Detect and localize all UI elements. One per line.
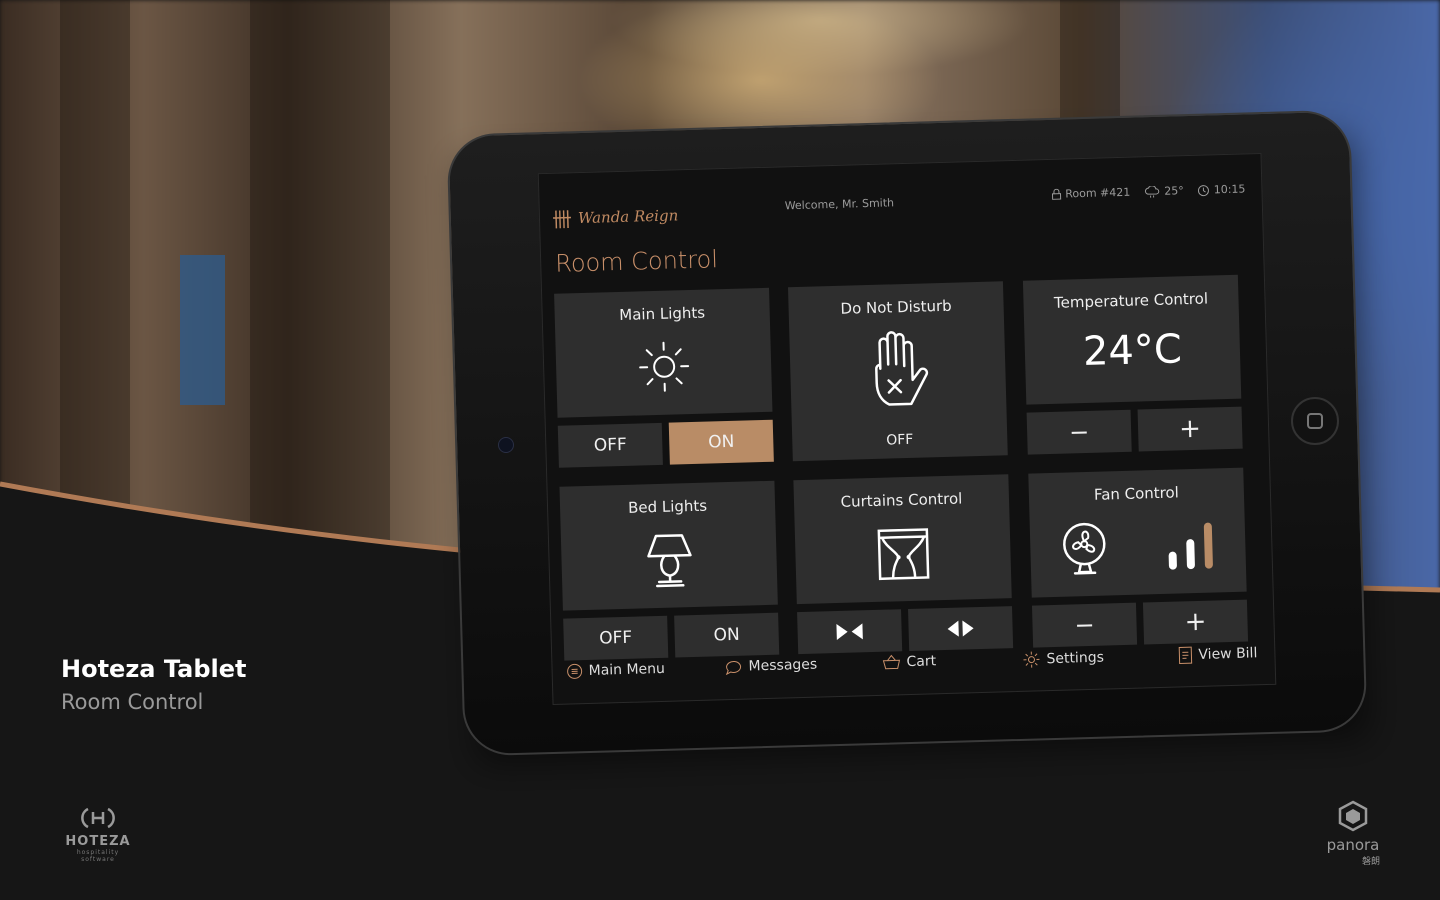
temperature-tile: Temperature Control 24°C — [1022, 274, 1242, 405]
nav-view-bill-label: View Bill — [1198, 645, 1258, 663]
clock-icon — [1198, 184, 1210, 196]
bed-lights-tile: Bed Lights — [559, 480, 778, 611]
welcome-text: Welcome, Mr. Smith — [784, 196, 895, 213]
hotel-logo-name: Wanda Reign — [577, 205, 679, 227]
fan-icon — [1063, 522, 1106, 575]
hoteza-brand: HOTEZA hospitality software — [60, 806, 136, 863]
lock-icon — [1051, 188, 1061, 200]
hoteza-logo-icon — [81, 807, 115, 829]
cloud-rain-icon — [1144, 185, 1159, 198]
tablet-screen: 卌 Wanda Reign Welcome, Mr. Smith Room #4… — [537, 152, 1277, 706]
main-lights-on-button[interactable]: ON — [668, 419, 774, 465]
gear-icon — [1023, 651, 1040, 668]
caption-title: Hoteza Tablet — [61, 655, 247, 683]
lamp-icon — [646, 534, 692, 588]
fan-tile: Fan Control — [1028, 467, 1247, 598]
main-lights-tile: Main Lights — [554, 287, 773, 418]
temperature-outside: 25° — [1164, 184, 1184, 198]
hoteza-wordmark: HOTEZA — [65, 834, 131, 849]
caption-subtitle: Room Control — [61, 690, 204, 714]
weather-status: 25° — [1144, 184, 1184, 198]
nav-main-menu[interactable]: Main Menu — [566, 661, 665, 680]
curtains-title: Curtains Control — [840, 489, 963, 511]
camera-icon — [498, 437, 514, 453]
curtains-icon — [877, 528, 929, 581]
hand-stop-icon — [874, 331, 928, 406]
nav-messages-label: Messages — [748, 656, 818, 675]
temperature-decrease-button[interactable]: − — [1026, 409, 1132, 455]
temperature-title: Temperature Control — [1053, 289, 1209, 312]
temperature-increase-button[interactable]: + — [1137, 406, 1243, 452]
receipt-icon — [1178, 646, 1193, 664]
nav-cart[interactable]: Cart — [882, 653, 936, 670]
current-time: 10:15 — [1213, 182, 1246, 197]
panora-wordmark: panora — [1326, 836, 1380, 854]
nav-cart-label: Cart — [906, 653, 937, 671]
panora-brand: panora 磐朗 — [1318, 800, 1388, 867]
nav-messages[interactable]: Messages — [724, 657, 817, 676]
background-column — [60, 0, 130, 640]
room-status: Room #421 — [1051, 186, 1130, 201]
menu-icon — [567, 663, 583, 679]
main-lights-off-button[interactable]: OFF — [557, 422, 663, 468]
curtains-tile: Curtains Control — [793, 474, 1012, 605]
background-column — [250, 0, 390, 640]
home-button[interactable] — [1291, 397, 1339, 445]
do-not-disturb-tile[interactable]: Do Not Disturb OFF — [787, 281, 1008, 462]
status-bar: Room #421 25° 10:15 — [1051, 182, 1246, 200]
background-tv — [180, 255, 225, 405]
page-title: Room Control — [554, 245, 719, 278]
nav-main-menu-label: Main Menu — [588, 660, 666, 679]
fan-title: Fan Control — [1093, 483, 1180, 504]
hotel-logo: 卌 Wanda Reign — [552, 200, 679, 233]
temperature-value: 24°C — [1082, 326, 1183, 376]
hoteza-tagline: hospitality software — [76, 849, 120, 863]
nav-settings-label: Settings — [1046, 649, 1105, 668]
signal-bars-icon — [1168, 522, 1213, 570]
do-not-disturb-title: Do Not Disturb — [840, 296, 952, 318]
home-icon — [1307, 413, 1323, 429]
hotel-logo-mark: 卌 — [551, 207, 573, 232]
nav-view-bill[interactable]: View Bill — [1178, 644, 1258, 664]
room-number: Room #421 — [1065, 185, 1131, 201]
nav-settings[interactable]: Settings — [1022, 649, 1104, 669]
panora-chinese-name: 磐朗 — [1361, 857, 1380, 867]
do-not-disturb-state: OFF — [886, 431, 914, 449]
sun-icon — [638, 341, 689, 392]
chat-icon — [725, 660, 742, 676]
main-lights-title: Main Lights — [619, 303, 706, 324]
panora-logo-icon — [1338, 800, 1368, 832]
basket-icon — [882, 654, 901, 670]
time-status: 10:15 — [1198, 182, 1246, 196]
bed-lights-title: Bed Lights — [627, 496, 708, 517]
